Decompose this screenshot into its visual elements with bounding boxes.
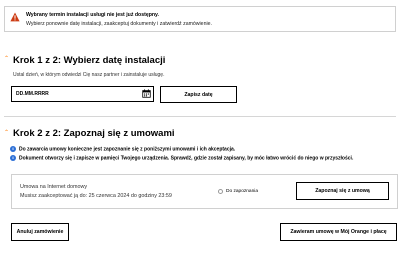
- contract-name: Umowa na Internet domowy: [20, 184, 88, 190]
- contract-status: Do zapoznania: [218, 189, 258, 194]
- save-date-button[interactable]: Zapisz datę: [160, 86, 237, 103]
- cancel-order-button[interactable]: Anuluj zamówienie: [11, 223, 69, 241]
- info-consent-text: Do zawarcia umowy konieczne jest zapozna…: [19, 146, 236, 153]
- contract-card: Umowa na Internet domowy Musisz zaakcept…: [11, 174, 398, 209]
- alert-title: Wybrany termin instalacji usługi nie jes…: [26, 12, 159, 18]
- calendar-icon[interactable]: [142, 89, 151, 98]
- section-divider: [4, 116, 396, 117]
- warning-icon: [10, 12, 20, 22]
- info-icon: i: [10, 155, 16, 161]
- info-consent: i Do zawarcia umowy konieczne jest zapozn…: [10, 146, 235, 152]
- read-contract-button[interactable]: Zapoznaj się z umową: [296, 182, 389, 200]
- confirm-contract-button[interactable]: Zawieram umowę w Mój Orange i płacę: [280, 223, 397, 241]
- error-alert: Wybrany termin instalacji usługi nie jes…: [4, 6, 396, 32]
- status-dot-icon: [218, 189, 223, 194]
- step2-title: Krok 2 z 2: Zapoznaj się z umowami: [13, 128, 175, 139]
- alert-message: Wybierz ponownie datę instalacji, zaakce…: [26, 21, 212, 27]
- step1-hint: Ustal dzień, w którym odwiedzi Cię nasz …: [13, 72, 165, 78]
- step1-title: Krok 1 z 2: Wybierz datę instalacji: [13, 55, 166, 66]
- contract-status-label: Do zapoznania: [226, 189, 259, 194]
- chevron-up-icon[interactable]: ⌃: [4, 130, 9, 136]
- chevron-up-icon[interactable]: ⌃: [4, 56, 9, 62]
- install-date-input[interactable]: [11, 86, 154, 102]
- info-download-text: Dokument otworzy się i zapisze w pamięci…: [19, 155, 354, 162]
- contract-deadline: Musisz zaakceptować ją do: 25 czerwca 20…: [20, 193, 172, 199]
- info-download: i Dokument otworzy się i zapisze w pamięc…: [10, 155, 353, 161]
- info-icon: i: [10, 146, 16, 152]
